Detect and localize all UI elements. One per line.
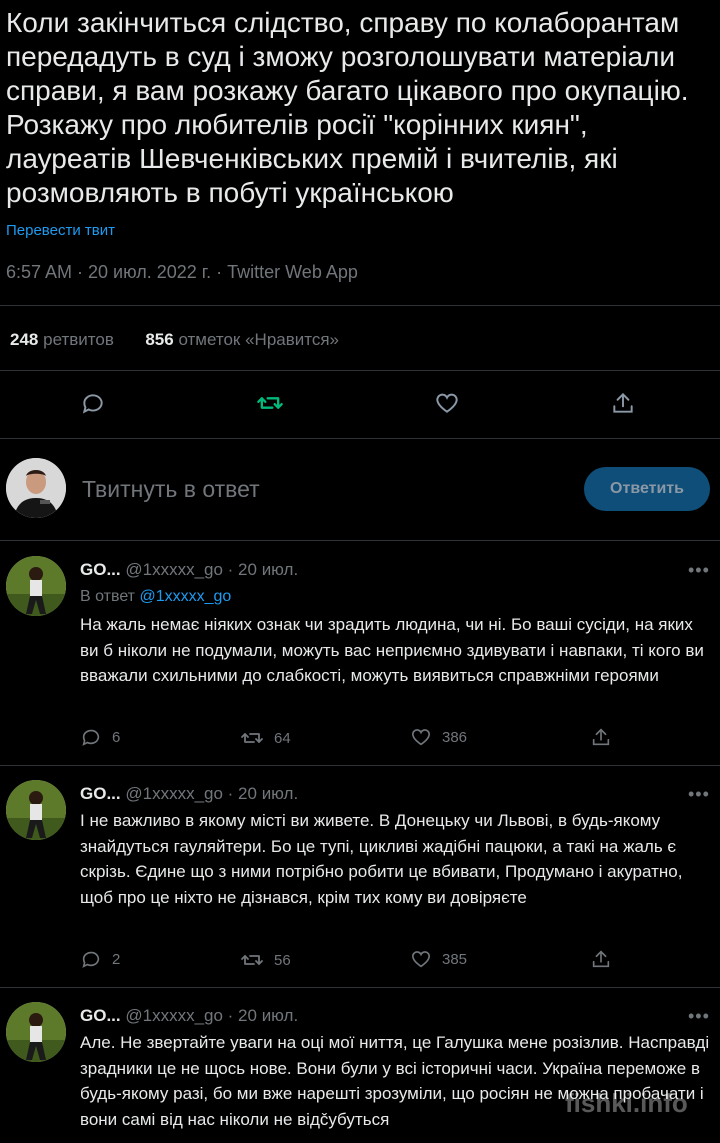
like-icon[interactable]: [429, 385, 465, 421]
share-action[interactable]: [590, 948, 612, 970]
retweet-icon: [241, 733, 263, 743]
reply-action[interactable]: 2: [80, 948, 120, 970]
tweet-stats: 248 ретвитов 856 отметок «Нравится»: [10, 330, 339, 350]
author-name[interactable]: GO...: [80, 784, 121, 803]
reply-action[interactable]: 6: [80, 726, 120, 748]
divider: [0, 438, 720, 439]
like-action[interactable]: 385: [410, 948, 467, 970]
avatar[interactable]: [6, 1002, 66, 1062]
replying-label: В ответ: [80, 588, 136, 605]
reply-actions: 2 56 385: [80, 948, 640, 978]
retweets-label[interactable]: ретвитов: [43, 330, 114, 349]
avatar[interactable]: [6, 556, 66, 616]
reply-input[interactable]: Твитнуть в ответ: [82, 476, 260, 503]
author-handle[interactable]: @1xxxxx_go: [125, 1006, 223, 1025]
likes-label[interactable]: отметок «Нравится»: [178, 330, 339, 349]
like-action[interactable]: 386: [410, 726, 467, 748]
share-action[interactable]: [590, 726, 612, 748]
avatar[interactable]: [6, 780, 66, 840]
like-icon: [411, 729, 431, 746]
likes-count[interactable]: 856: [145, 330, 173, 349]
like-count: 385: [442, 950, 468, 968]
reply-compose: Твитнуть в ответ Ответить: [0, 440, 720, 540]
more-options-icon[interactable]: •••: [688, 784, 710, 805]
author-name[interactable]: GO...: [80, 1006, 121, 1025]
share-icon: [592, 728, 610, 746]
reply-header: GO... @1xxxxx_go · 20 июл.: [80, 1006, 298, 1026]
watermark: fishki.info: [565, 1088, 688, 1118]
reply-count: 2: [112, 950, 121, 968]
reply-icon: [82, 729, 100, 746]
replying-to: В ответ @1xxxxx_go: [80, 588, 231, 606]
translate-tweet-link[interactable]: Перевести твит: [6, 222, 115, 239]
divider: [0, 540, 720, 541]
retweet-icon: [241, 955, 263, 965]
reply-count: 6: [112, 728, 121, 746]
reply-header: GO... @1xxxxx_go · 20 июл.: [80, 784, 298, 804]
like-count: 386: [442, 728, 468, 746]
share-icon: [592, 950, 610, 968]
share-icon[interactable]: [605, 385, 641, 421]
avatar[interactable]: [6, 458, 66, 518]
reply-text: На жаль немає ніяких ознак чи зрадить лю…: [80, 615, 704, 685]
more-options-icon[interactable]: •••: [688, 560, 710, 581]
reply-tweet[interactable]: GO... @1xxxxx_go · 20 июл. ••• Але. Не з…: [0, 988, 720, 1143]
tweet-date[interactable]: · 20 июл.: [228, 560, 299, 579]
reply-header: GO... @1xxxxx_go · 20 июл.: [80, 560, 298, 580]
retweet-count: 64: [274, 729, 291, 747]
mention-link[interactable]: @1xxxxx_go: [139, 588, 231, 605]
reply-tweet[interactable]: GO... @1xxxxx_go · 20 июл. ••• В ответ @…: [0, 542, 720, 764]
reply-actions: 6 64 386: [80, 726, 640, 756]
retweet-icon[interactable]: [252, 385, 288, 421]
reply-tweet[interactable]: GO... @1xxxxx_go · 20 июл. ••• І не важл…: [0, 766, 720, 988]
retweet-action[interactable]: 64: [240, 726, 291, 750]
tweet-text: Коли закінчиться слідство, справу по кол…: [6, 7, 689, 208]
reply-button[interactable]: Ответить: [584, 467, 710, 511]
tweet-date[interactable]: · 20 июл.: [228, 1006, 299, 1025]
retweet-action[interactable]: 56: [240, 948, 291, 972]
more-options-icon[interactable]: •••: [688, 1006, 710, 1027]
retweet-count: 56: [274, 951, 291, 969]
author-name[interactable]: GO...: [80, 560, 121, 579]
tweet-date[interactable]: · 20 июл.: [228, 784, 299, 803]
reply-icon[interactable]: [75, 385, 111, 421]
divider: [0, 305, 720, 306]
retweets-count[interactable]: 248: [10, 330, 38, 349]
like-icon: [411, 951, 431, 968]
author-handle[interactable]: @1xxxxx_go: [125, 560, 223, 579]
reply-icon: [82, 951, 100, 968]
divider: [0, 370, 720, 371]
tweet-meta[interactable]: 6:57 AM · 20 июл. 2022 г. · Twitter Web …: [6, 262, 358, 283]
author-handle[interactable]: @1xxxxx_go: [125, 784, 223, 803]
tweet-action-bar: [0, 385, 720, 425]
reply-text: І не важливо в якому місті ви живете. В …: [80, 811, 683, 907]
